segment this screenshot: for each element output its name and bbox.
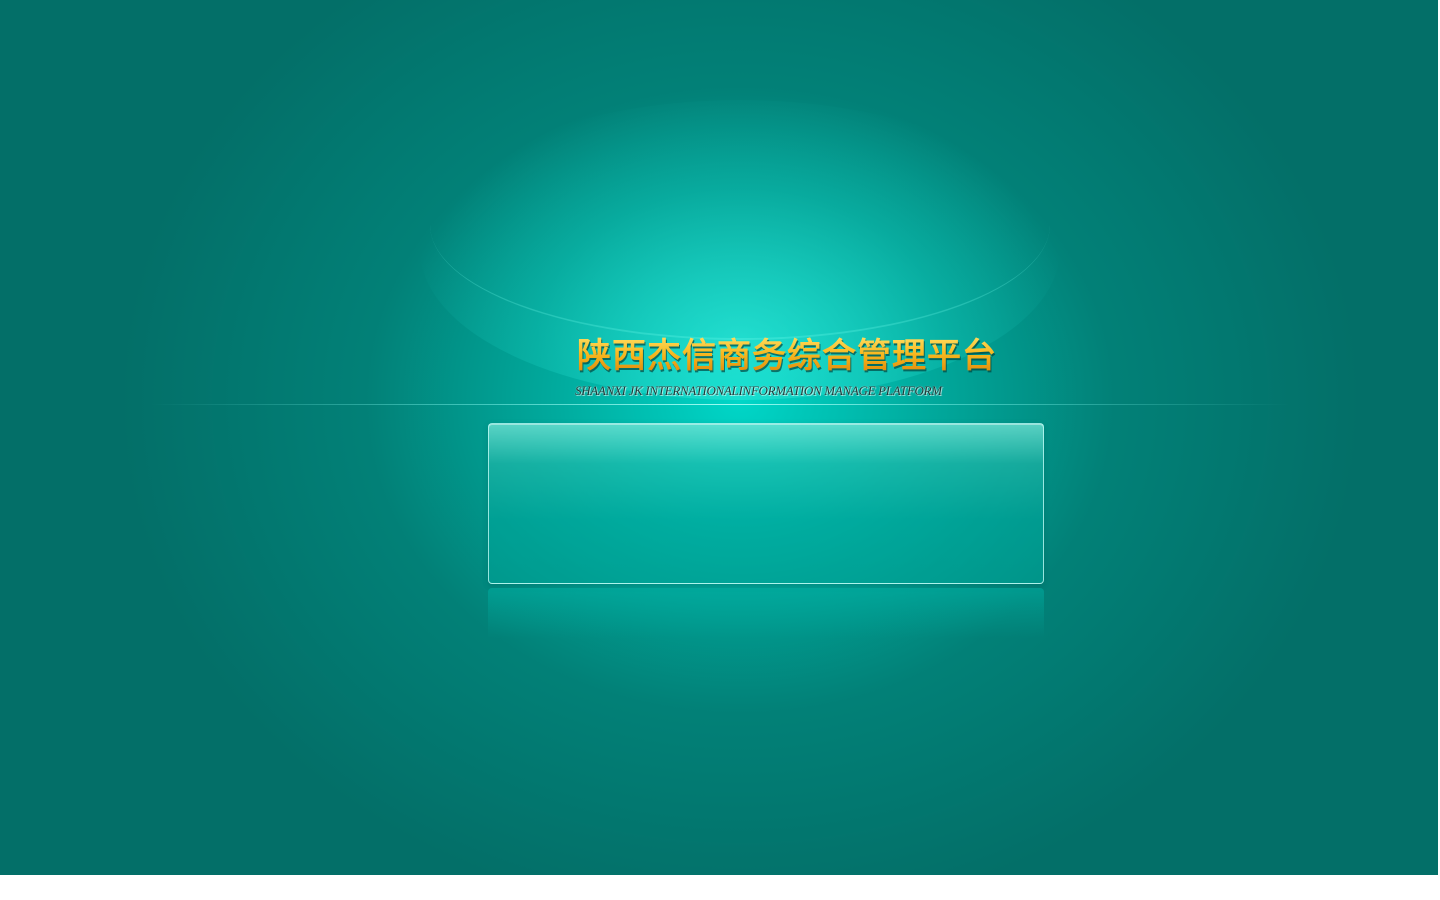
login-panel-reflection [488,588,1044,638]
background-arc [430,110,1050,340]
login-background: 陕西杰信商务综合管理平台 SHAANXI JK INTERNATIONALINF… [0,0,1440,875]
platform-subtitle: SHAANXI JK INTERNATIONALINFORMATION MANA… [575,383,942,398]
horizon-line [150,404,1290,405]
platform-title: 陕西杰信商务综合管理平台 [577,334,1017,378]
login-panel [488,423,1044,584]
